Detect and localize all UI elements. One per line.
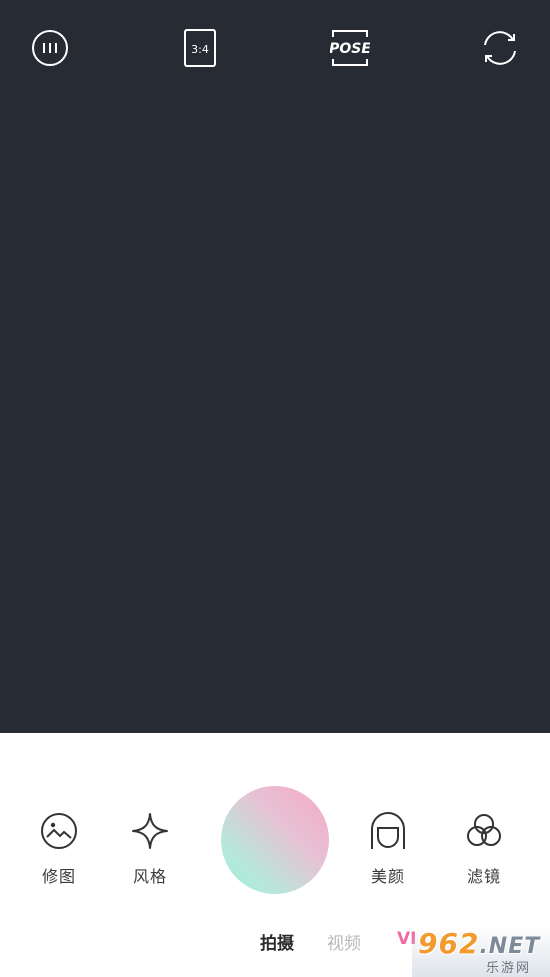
edit-tool-button[interactable]: 修图: [24, 811, 94, 887]
beauty-tool-button[interactable]: 美颜: [353, 811, 423, 887]
edit-tool-label: 修图: [41, 867, 76, 886]
filter-icon: [467, 814, 501, 846]
aspect-ratio-label: 3:4: [191, 43, 209, 56]
watermark-brand: 962: [418, 927, 480, 960]
watermark-suffix: .NET: [479, 934, 541, 959]
pose-icon: POSE: [330, 30, 370, 66]
pose-label: POSE: [330, 41, 370, 57]
style-tool-label: 风格: [132, 867, 167, 886]
camera-viewfinder[interactable]: [0, 0, 550, 733]
switch-camera-icon: [484, 31, 516, 65]
aspect-ratio-icon: 3:4: [184, 29, 216, 67]
sparkle-icon: [132, 813, 168, 849]
aspect-ratio-button[interactable]: 3:4: [180, 28, 220, 68]
switch-camera-button[interactable]: [480, 28, 520, 68]
shutter-button[interactable]: [221, 786, 329, 894]
menu-icon: [32, 30, 68, 66]
menu-button[interactable]: [30, 28, 70, 68]
face-icon: [371, 812, 405, 849]
filter-tool-button[interactable]: 滤镜: [449, 811, 519, 887]
top-toolbar: 3:4 POSE: [0, 0, 550, 100]
pose-button[interactable]: POSE: [330, 28, 370, 68]
watermark-subtitle: 乐游网: [486, 961, 532, 976]
beauty-tool-label: 美颜: [370, 867, 405, 886]
edit-photo-icon: [41, 813, 77, 849]
mode-video[interactable]: 视频: [327, 929, 361, 954]
filter-tool-label: 滤镜: [466, 867, 501, 886]
watermark-logo: 962.NET 乐游网: [412, 925, 550, 977]
style-tool-button[interactable]: 风格: [115, 811, 185, 887]
mode-photo[interactable]: 拍摄: [260, 929, 294, 954]
